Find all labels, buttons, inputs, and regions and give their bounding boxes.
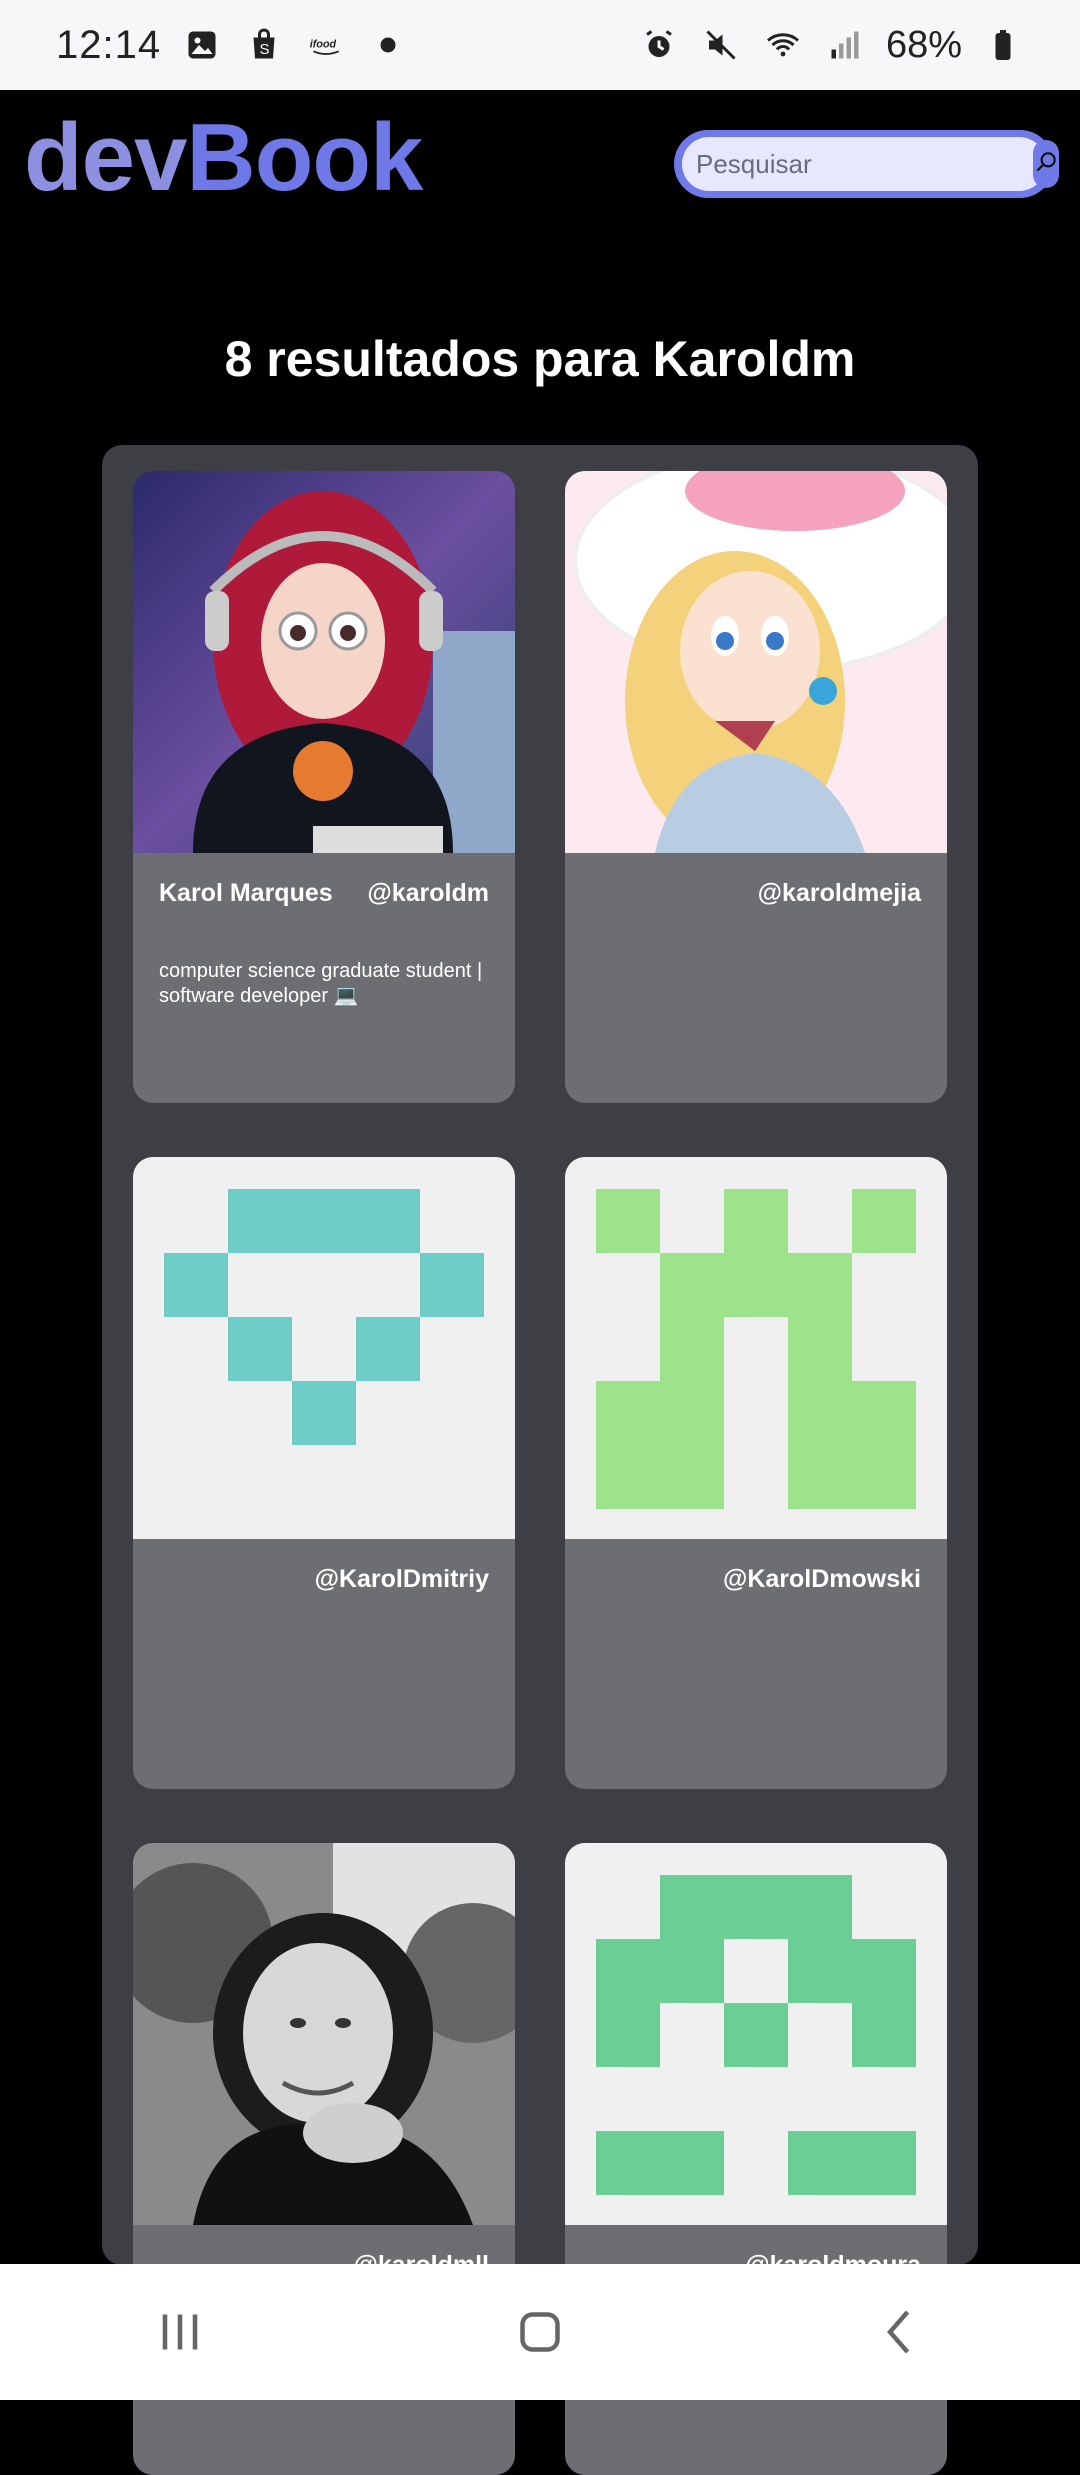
avatar-identicon <box>565 1843 947 2225</box>
home-icon[interactable] <box>480 2292 600 2372</box>
identicon-cell <box>788 1381 916 1509</box>
signal-icon <box>824 24 866 66</box>
alarm-icon <box>638 24 680 66</box>
mute-icon <box>700 24 742 66</box>
search-button[interactable] <box>1033 140 1059 188</box>
identicon-cell <box>164 1253 228 1317</box>
dot-icon <box>367 24 409 66</box>
recent-apps-icon[interactable] <box>120 2292 240 2372</box>
identicon-cell <box>292 1381 356 1445</box>
card-info: @karoldmejia <box>565 853 947 1103</box>
user-handle[interactable]: @karoldmejia <box>758 879 921 908</box>
avatar <box>133 1843 515 2225</box>
user-card[interactable]: @karoldmejia <box>565 471 947 1103</box>
search-bar <box>674 130 1059 198</box>
brand-logo[interactable]: devBook <box>24 110 423 206</box>
user-handle[interactable]: @KarolDmowski <box>723 1565 921 1594</box>
search-inner <box>682 137 1059 191</box>
identicon-cell <box>596 2003 660 2067</box>
user-card[interactable]: @KarolDmowski <box>565 1157 947 1789</box>
battery-icon <box>982 24 1024 66</box>
search-input[interactable] <box>682 137 1033 191</box>
identicon-cell <box>788 1939 916 2003</box>
identicon-cell <box>788 2131 916 2195</box>
user-card[interactable]: @KarolDmitriy <box>133 1157 515 1789</box>
identicon-cell <box>660 1253 852 1317</box>
app-header: devBook <box>0 90 1080 235</box>
user-bio: computer science graduate student | soft… <box>159 960 483 1007</box>
user-handle[interactable]: @karoldm <box>367 879 489 908</box>
card-info: @KarolDmowski <box>565 1539 947 1789</box>
battery-percent: 68% <box>885 23 962 66</box>
identicon-cell <box>724 2003 788 2067</box>
shopping-bag-icon: S <box>243 24 285 66</box>
identicon-cell <box>596 1381 724 1509</box>
identicon-cell <box>724 1189 788 1253</box>
avatar <box>565 471 947 853</box>
back-icon[interactable] <box>840 2292 960 2372</box>
identicon-cell <box>788 1317 852 1381</box>
status-time: 12:14 <box>56 22 162 67</box>
identicon-cell <box>420 1253 484 1317</box>
identicon-cell <box>660 1317 724 1381</box>
results-panel: Karol Marques @karoldm computer science … <box>102 445 978 2475</box>
svg-text:ifood: ifood <box>310 39 337 51</box>
brand-part-dev: dev <box>24 104 187 211</box>
identicon-cell <box>596 1189 660 1253</box>
identicon-cell <box>596 1939 724 2003</box>
brand-part-book: Book <box>186 104 423 211</box>
svg-text:S: S <box>260 41 270 58</box>
user-name: Karol Marques <box>159 879 333 907</box>
identicon-cell <box>596 2131 724 2195</box>
identicon-cell <box>852 1189 916 1253</box>
card-info: @KarolDmitriy <box>133 1539 515 1789</box>
system-nav-bar <box>0 2264 1080 2400</box>
card-info: Karol Marques @karoldm computer science … <box>133 853 515 1103</box>
identicon-cell <box>660 1875 852 1939</box>
gallery-icon <box>181 24 223 66</box>
identicon-cell <box>228 1189 420 1253</box>
avatar-identicon <box>565 1157 947 1539</box>
wifi-icon <box>762 24 804 66</box>
identicon-cell <box>356 1317 420 1381</box>
ifood-icon: ifood <box>305 24 347 66</box>
avatar-identicon <box>133 1157 515 1539</box>
identicon-cell <box>852 2003 916 2067</box>
results-title: 8 resultados para Karoldm <box>224 331 856 387</box>
search-icon <box>1033 149 1059 180</box>
avatar <box>133 471 515 853</box>
identicon-cell <box>228 1317 292 1381</box>
status-bar: 12:14 S ifood 68% <box>0 0 1080 90</box>
user-handle[interactable]: @KarolDmitriy <box>315 1565 489 1594</box>
user-card[interactable]: Karol Marques @karoldm computer science … <box>133 471 515 1103</box>
